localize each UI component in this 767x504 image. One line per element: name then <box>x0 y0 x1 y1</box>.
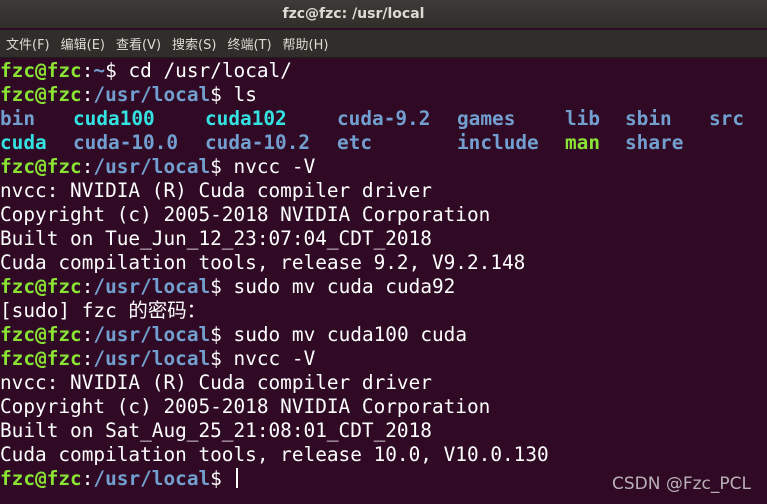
menu-view[interactable]: 查看(V) <box>116 34 161 53</box>
ls-entry: cuda-9.2 <box>337 107 431 130</box>
prompt-path: /usr/local <box>93 467 211 490</box>
output-line: Copyright (c) 2005-2018 NVIDIA Corporati… <box>0 395 491 418</box>
prompt-separator: : <box>81 155 94 178</box>
command-text: ls <box>233 83 257 106</box>
command-text: cd /usr/local/ <box>128 59 292 82</box>
terminal-line: fzc@fzc:/usr/local$ ls <box>0 83 767 107</box>
menu-search[interactable]: 搜索(S) <box>172 34 216 53</box>
terminal-line: fzc@fzc:/usr/local$ sudo mv cuda100 cuda <box>0 323 767 347</box>
ls-entry: cuda-10.2 <box>205 131 311 154</box>
prompt-symbol: $ <box>210 347 234 370</box>
prompt-path: /usr/local <box>93 83 211 106</box>
sudo-password-prompt: [sudo] fzc 的密码： <box>0 299 206 322</box>
window-titlebar[interactable]: fzc@fzc: /usr/local <box>0 0 767 28</box>
ls-entry: cuda102 <box>205 107 287 130</box>
ls-entry: games <box>457 107 516 130</box>
prompt-symbol: $ <box>210 467 234 490</box>
terminal-output[interactable]: fzc@fzc:~$ cd /usr/local/ fzc@fzc:/usr/l… <box>0 59 767 504</box>
menu-file[interactable]: 文件(F) <box>6 34 50 53</box>
menu-bar: 文件(F) 编辑(E) 查看(V) 搜索(S) 终端(T) 帮助(H) <box>0 30 767 58</box>
prompt-path: /usr/local <box>93 275 211 298</box>
ls-entry: sbin <box>625 107 672 130</box>
text-cursor <box>235 468 238 488</box>
prompt-user: fzc@fzc <box>0 83 82 106</box>
terminal-line: fzc@fzc:/usr/local$ nvcc -V <box>0 347 767 371</box>
menu-help[interactable]: 帮助(H) <box>283 34 329 53</box>
output-line: Cuda compilation tools, release 9.2, V9.… <box>0 251 526 274</box>
ls-entry: etc <box>337 131 373 154</box>
watermark: CSDN @Fzc_PCL <box>611 474 751 494</box>
terminal-line: fzc@fzc:/usr/local$ sudo mv cuda cuda92 <box>0 275 767 299</box>
prompt-separator: : <box>81 275 94 298</box>
command-text: sudo mv cuda cuda92 <box>233 275 456 298</box>
prompt-symbol: $ <box>210 323 234 346</box>
prompt-separator: : <box>81 347 94 370</box>
output-line: Built on Sat_Aug_25_21:08:01_CDT_2018 <box>0 419 432 442</box>
terminal-line: fzc@fzc:/usr/local$ nvcc -V <box>0 155 767 179</box>
prompt-separator: : <box>81 59 94 82</box>
menu-terminal[interactable]: 终端(T) <box>227 34 271 53</box>
ls-output-row: bin cuda100 cuda102 cuda-9.2 games lib s… <box>0 107 767 131</box>
ls-entry: cuda <box>0 131 47 154</box>
command-text: nvcc -V <box>233 155 316 178</box>
output-line: Copyright (c) 2005-2018 NVIDIA Corporati… <box>0 203 491 226</box>
ls-entry: cuda100 <box>73 107 155 130</box>
prompt-path: /usr/local <box>93 155 211 178</box>
output-line: Cuda compilation tools, release 10.0, V1… <box>0 443 549 466</box>
output-line: Built on Tue_Jun_12_23:07:04_CDT_2018 <box>0 227 432 250</box>
prompt-user: fzc@fzc <box>0 467 82 490</box>
prompt-path: /usr/local <box>93 347 211 370</box>
prompt-separator: : <box>81 83 94 106</box>
ls-entry: include <box>457 131 539 154</box>
prompt-user: fzc@fzc <box>0 347 82 370</box>
prompt-symbol: $ <box>210 275 234 298</box>
prompt-user: fzc@fzc <box>0 275 82 298</box>
ls-output-row: cuda cuda-10.0 cuda-10.2 etc include man… <box>0 131 767 155</box>
window-title: fzc@fzc: /usr/local <box>282 6 425 22</box>
menu-edit[interactable]: 编辑(E) <box>61 34 105 53</box>
prompt-path: /usr/local <box>93 323 211 346</box>
command-text: nvcc -V <box>233 347 316 370</box>
terminal-line: fzc@fzc:~$ cd /usr/local/ <box>0 59 767 83</box>
output-line: nvcc: NVIDIA (R) Cuda compiler driver <box>0 371 432 394</box>
command-text: sudo mv cuda100 cuda <box>233 323 468 346</box>
ls-entry: lib <box>565 107 601 130</box>
output-line: nvcc: NVIDIA (R) Cuda compiler driver <box>0 179 432 202</box>
ls-entry: cuda-10.0 <box>73 131 179 154</box>
ls-entry: man <box>565 131 601 154</box>
ls-entry: src <box>709 107 745 130</box>
prompt-separator: : <box>81 467 94 490</box>
ls-entry: bin <box>0 107 36 130</box>
prompt-separator: : <box>81 323 94 346</box>
prompt-user: fzc@fzc <box>0 59 82 82</box>
prompt-symbol: $ <box>210 155 234 178</box>
prompt-user: fzc@fzc <box>0 155 82 178</box>
prompt-user: fzc@fzc <box>0 323 82 346</box>
prompt-symbol: $ <box>105 59 129 82</box>
ls-entry: share <box>625 131 684 154</box>
prompt-path: ~ <box>93 59 106 82</box>
prompt-symbol: $ <box>210 83 234 106</box>
